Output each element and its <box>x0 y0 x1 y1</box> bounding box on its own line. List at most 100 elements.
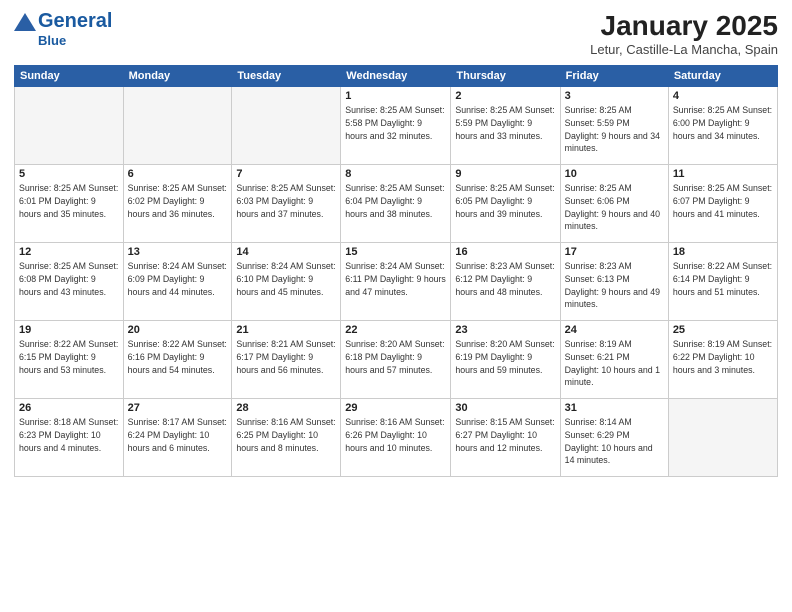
day-cell: 4Sunrise: 8:25 AM Sunset: 6:00 PM Daylig… <box>668 87 777 165</box>
day-cell: 16Sunrise: 8:23 AM Sunset: 6:12 PM Dayli… <box>451 243 560 321</box>
day-info: Sunrise: 8:23 AM Sunset: 6:13 PM Dayligh… <box>565 260 664 311</box>
day-info: Sunrise: 8:17 AM Sunset: 6:24 PM Dayligh… <box>128 416 228 454</box>
day-info: Sunrise: 8:25 AM Sunset: 5:58 PM Dayligh… <box>345 104 446 142</box>
day-number: 24 <box>565 324 664 336</box>
day-number: 13 <box>128 246 228 258</box>
day-info: Sunrise: 8:25 AM Sunset: 6:08 PM Dayligh… <box>19 260 119 298</box>
week-row-0: 1 Sunrise: 8:25 AM Sunset: 5:58 PM Daylig… <box>15 87 778 165</box>
day-cell: 7Sunrise: 8:25 AM Sunset: 6:03 PM Daylig… <box>232 165 341 243</box>
day-number: 4 <box>673 90 773 102</box>
day-number: 23 <box>455 324 555 336</box>
day-number: 15 <box>345 246 446 258</box>
day-info: Sunrise: 8:21 AM Sunset: 6:17 PM Dayligh… <box>236 338 336 376</box>
weekday-saturday: Saturday <box>668 66 777 87</box>
weekday-monday: Monday <box>123 66 232 87</box>
week-row-4: 26Sunrise: 8:18 AM Sunset: 6:23 PM Dayli… <box>15 399 778 477</box>
day-cell: 20 Sunrise: 8:22 AM Sunset: 6:16 PM Dayli… <box>123 321 232 399</box>
day-cell: 25 Sunrise: 8:19 AM Sunset: 6:22 PM Dayli… <box>668 321 777 399</box>
day-cell: 19 Sunrise: 8:22 AM Sunset: 6:15 PM Dayli… <box>15 321 124 399</box>
week-row-2: 12Sunrise: 8:25 AM Sunset: 6:08 PM Dayli… <box>15 243 778 321</box>
week-row-1: 5Sunrise: 8:25 AM Sunset: 6:01 PM Daylig… <box>15 165 778 243</box>
day-cell: 9Sunrise: 8:25 AM Sunset: 6:05 PM Daylig… <box>451 165 560 243</box>
weekday-header-row: SundayMondayTuesdayWednesdayThursdayFrid… <box>15 66 778 87</box>
day-number: 31 <box>565 402 664 414</box>
day-number: 10 <box>565 168 664 180</box>
day-cell: 15 Sunrise: 8:24 AM Sunset: 6:11 PM Dayli… <box>341 243 451 321</box>
day-cell: 3 Sunrise: 8:25 AM Sunset: 5:59 PM Daylig… <box>560 87 668 165</box>
weekday-sunday: Sunday <box>15 66 124 87</box>
day-number: 3 <box>565 90 664 102</box>
logo-text-general: General <box>38 10 112 33</box>
day-info: Sunrise: 8:16 AM Sunset: 6:25 PM Dayligh… <box>236 416 336 454</box>
day-info: Sunrise: 8:25 AM Sunset: 6:04 PM Dayligh… <box>345 182 446 220</box>
day-cell: 28 Sunrise: 8:16 AM Sunset: 6:25 PM Dayli… <box>232 399 341 477</box>
day-cell: 5Sunrise: 8:25 AM Sunset: 6:01 PM Daylig… <box>15 165 124 243</box>
day-cell: 23 Sunrise: 8:20 AM Sunset: 6:19 PM Dayli… <box>451 321 560 399</box>
weekday-tuesday: Tuesday <box>232 66 341 87</box>
calendar: SundayMondayTuesdayWednesdayThursdayFrid… <box>14 65 778 477</box>
day-info: Sunrise: 8:23 AM Sunset: 6:12 PM Dayligh… <box>455 260 555 298</box>
day-info: Sunrise: 8:16 AM Sunset: 6:26 PM Dayligh… <box>345 416 446 454</box>
day-info: Sunrise: 8:25 AM Sunset: 6:02 PM Dayligh… <box>128 182 228 220</box>
day-number: 25 <box>673 324 773 336</box>
logo-text-blue: Blue <box>38 33 66 48</box>
day-number: 21 <box>236 324 336 336</box>
day-cell <box>123 87 232 165</box>
day-cell: 14 Sunrise: 8:24 AM Sunset: 6:10 PM Dayli… <box>232 243 341 321</box>
day-cell: 2Sunrise: 8:25 AM Sunset: 5:59 PM Daylig… <box>451 87 560 165</box>
day-info: Sunrise: 8:20 AM Sunset: 6:18 PM Dayligh… <box>345 338 446 376</box>
day-info: Sunrise: 8:24 AM Sunset: 6:09 PM Dayligh… <box>128 260 228 298</box>
day-number: 29 <box>345 402 446 414</box>
day-cell: 10 Sunrise: 8:25 AM Sunset: 6:06 PM Dayli… <box>560 165 668 243</box>
day-info: Sunrise: 8:25 AM Sunset: 6:06 PM Dayligh… <box>565 182 664 233</box>
day-cell: 30 Sunrise: 8:15 AM Sunset: 6:27 PM Dayli… <box>451 399 560 477</box>
day-number: 20 <box>128 324 228 336</box>
title-block: January 2025 Letur, Castille-La Mancha, … <box>590 10 778 57</box>
day-cell: 6 Sunrise: 8:25 AM Sunset: 6:02 PM Daylig… <box>123 165 232 243</box>
day-cell: 11Sunrise: 8:25 AM Sunset: 6:07 PM Dayli… <box>668 165 777 243</box>
day-number: 17 <box>565 246 664 258</box>
day-info: Sunrise: 8:19 AM Sunset: 6:22 PM Dayligh… <box>673 338 773 376</box>
day-info: Sunrise: 8:18 AM Sunset: 6:23 PM Dayligh… <box>19 416 119 454</box>
day-cell: 22 Sunrise: 8:20 AM Sunset: 6:18 PM Dayli… <box>341 321 451 399</box>
day-cell: 29 Sunrise: 8:16 AM Sunset: 6:26 PM Dayli… <box>341 399 451 477</box>
day-info: Sunrise: 8:14 AM Sunset: 6:29 PM Dayligh… <box>565 416 664 467</box>
logo-icon <box>14 11 36 33</box>
day-number: 22 <box>345 324 446 336</box>
day-cell: 31 Sunrise: 8:14 AM Sunset: 6:29 PM Dayli… <box>560 399 668 477</box>
day-cell <box>15 87 124 165</box>
day-cell: 17 Sunrise: 8:23 AM Sunset: 6:13 PM Dayli… <box>560 243 668 321</box>
weekday-wednesday: Wednesday <box>341 66 451 87</box>
day-cell: 18Sunrise: 8:22 AM Sunset: 6:14 PM Dayli… <box>668 243 777 321</box>
day-info: Sunrise: 8:20 AM Sunset: 6:19 PM Dayligh… <box>455 338 555 376</box>
day-number: 18 <box>673 246 773 258</box>
weekday-thursday: Thursday <box>451 66 560 87</box>
day-cell <box>668 399 777 477</box>
day-number: 14 <box>236 246 336 258</box>
day-number: 6 <box>128 168 228 180</box>
day-info: Sunrise: 8:25 AM Sunset: 5:59 PM Dayligh… <box>565 104 664 155</box>
header: General Blue January 2025 Letur, Castill… <box>14 10 778 57</box>
day-info: Sunrise: 8:19 AM Sunset: 6:21 PM Dayligh… <box>565 338 664 389</box>
day-number: 28 <box>236 402 336 414</box>
day-number: 9 <box>455 168 555 180</box>
day-cell: 24 Sunrise: 8:19 AM Sunset: 6:21 PM Dayli… <box>560 321 668 399</box>
day-info: Sunrise: 8:24 AM Sunset: 6:10 PM Dayligh… <box>236 260 336 298</box>
day-number: 1 <box>345 90 446 102</box>
day-info: Sunrise: 8:24 AM Sunset: 6:11 PM Dayligh… <box>345 260 446 298</box>
day-cell: 8Sunrise: 8:25 AM Sunset: 6:04 PM Daylig… <box>341 165 451 243</box>
day-cell: 13 Sunrise: 8:24 AM Sunset: 6:09 PM Dayli… <box>123 243 232 321</box>
day-number: 19 <box>19 324 119 336</box>
day-cell: 1 Sunrise: 8:25 AM Sunset: 5:58 PM Daylig… <box>341 87 451 165</box>
week-row-3: 19 Sunrise: 8:22 AM Sunset: 6:15 PM Dayli… <box>15 321 778 399</box>
day-cell: 26Sunrise: 8:18 AM Sunset: 6:23 PM Dayli… <box>15 399 124 477</box>
day-number: 2 <box>455 90 555 102</box>
day-info: Sunrise: 8:22 AM Sunset: 6:15 PM Dayligh… <box>19 338 119 376</box>
day-info: Sunrise: 8:22 AM Sunset: 6:16 PM Dayligh… <box>128 338 228 376</box>
day-number: 30 <box>455 402 555 414</box>
day-cell: 12Sunrise: 8:25 AM Sunset: 6:08 PM Dayli… <box>15 243 124 321</box>
day-number: 11 <box>673 168 773 180</box>
page: General Blue January 2025 Letur, Castill… <box>0 0 792 612</box>
day-info: Sunrise: 8:15 AM Sunset: 6:27 PM Dayligh… <box>455 416 555 454</box>
location: Letur, Castille-La Mancha, Spain <box>590 42 778 57</box>
